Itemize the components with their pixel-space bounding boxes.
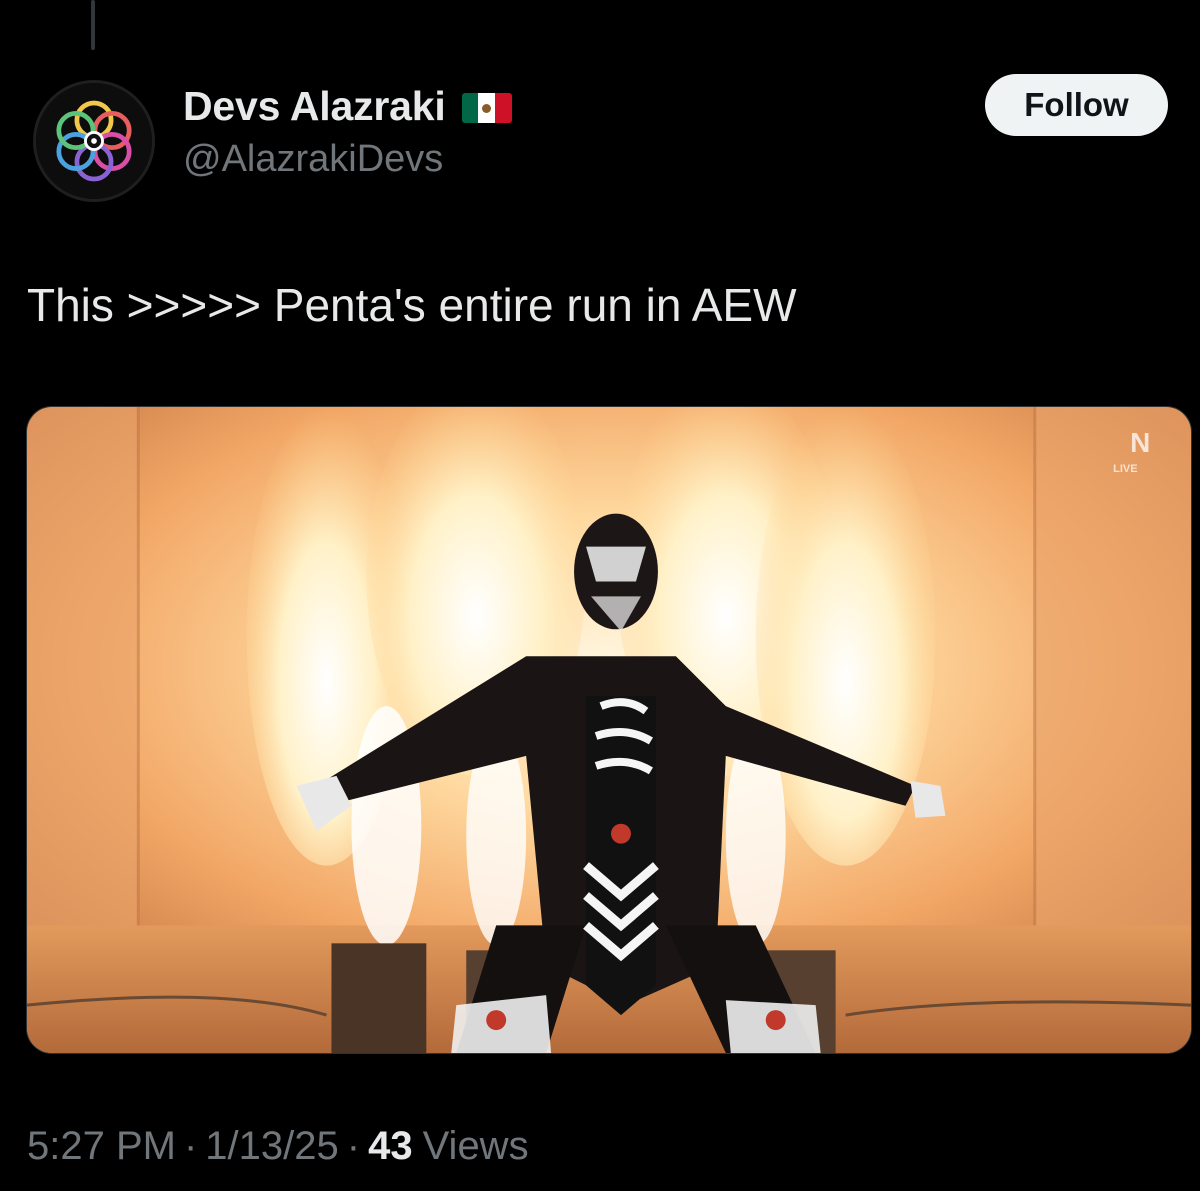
wrestler-pyro-entrance-image: N LIVE — [27, 407, 1191, 1053]
svg-text:N: N — [1130, 427, 1150, 458]
meta-separator: · — [346, 1124, 361, 1168]
mexico-flag-icon — [461, 93, 512, 123]
media-corner-logo-text: LIVE — [1113, 463, 1137, 475]
meta-separator: · — [183, 1124, 198, 1168]
author-avatar[interactable] — [33, 80, 155, 202]
tweet-metadata: 5:27 PM · 1/13/25 · 43 Views — [27, 1124, 529, 1169]
views-count[interactable]: 43 — [368, 1124, 413, 1169]
avatar-logo-icon — [36, 83, 152, 199]
tweet-media-image[interactable]: N LIVE — [26, 406, 1192, 1054]
author-handle[interactable]: @AlazrakiDevs — [183, 138, 443, 181]
author-name-row: Devs Alazraki — [183, 80, 512, 132]
author-display-name[interactable]: Devs Alazraki — [183, 83, 446, 130]
views-label[interactable]: Views — [423, 1124, 529, 1169]
tweet-time[interactable]: 5:27 PM — [27, 1124, 176, 1169]
tweet-text: This >>>>> Penta's entire run in AEW — [27, 279, 797, 331]
follow-button[interactable]: Follow — [985, 74, 1168, 136]
thread-connector-line — [91, 0, 95, 50]
tweet-date[interactable]: 1/13/25 — [205, 1124, 338, 1169]
